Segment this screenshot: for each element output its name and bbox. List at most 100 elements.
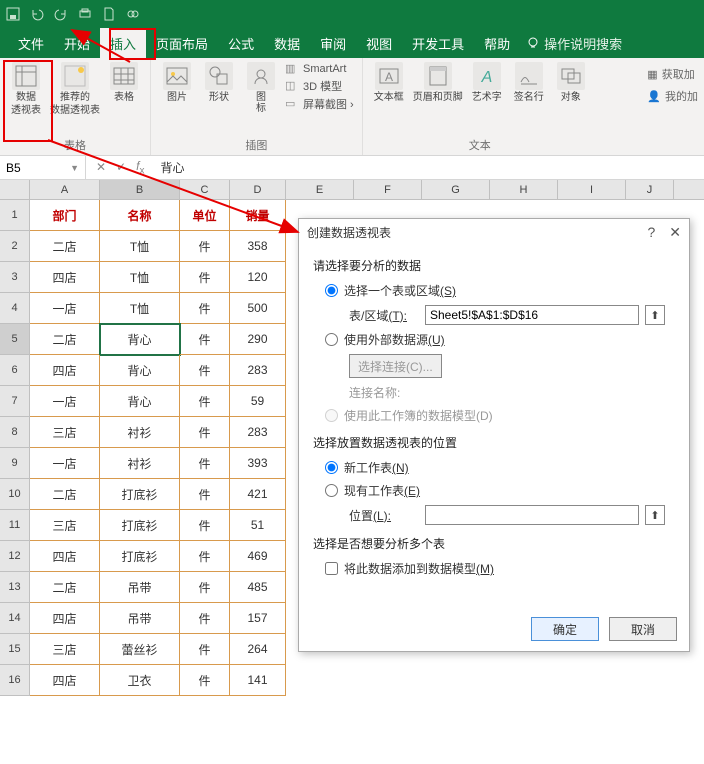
pivot-table-button[interactable]: 数据 透视表 xyxy=(8,62,44,116)
opt-external-source[interactable]: 使用外部数据源(U) xyxy=(325,331,675,348)
cell[interactable]: 500 xyxy=(230,293,286,324)
tab-home[interactable]: 开始 xyxy=(54,28,100,59)
col-F[interactable]: F xyxy=(354,180,422,199)
cell[interactable]: 名称 xyxy=(100,200,180,231)
touch-mode-icon[interactable] xyxy=(126,7,140,21)
cell[interactable]: 打底衫 xyxy=(100,541,180,572)
cell[interactable]: 290 xyxy=(230,324,286,355)
dialog-titlebar[interactable]: 创建数据透视表 ? ✕ xyxy=(299,219,689,247)
col-B[interactable]: B xyxy=(100,180,180,199)
cell[interactable]: 销量 xyxy=(230,200,286,231)
object-button[interactable]: 对象 xyxy=(553,62,589,103)
cell[interactable]: 一店 xyxy=(30,448,100,479)
save-icon[interactable] xyxy=(6,7,20,21)
wordart-button[interactable]: A 艺术字 xyxy=(469,62,505,103)
cell[interactable]: 264 xyxy=(230,634,286,665)
close-icon[interactable]: ✕ xyxy=(669,224,681,241)
row-header[interactable]: 3 xyxy=(0,262,30,293)
cell[interactable]: 背心 xyxy=(100,324,180,355)
cell[interactable]: 120 xyxy=(230,262,286,293)
cell[interactable]: 衬衫 xyxy=(100,448,180,479)
cell[interactable]: 二店 xyxy=(30,479,100,510)
3d-model-button[interactable]: ◫3D 模型 xyxy=(285,78,354,94)
col-D[interactable]: D xyxy=(230,180,286,199)
checkbox-add-model[interactable] xyxy=(325,562,338,575)
tab-formula[interactable]: 公式 xyxy=(218,28,264,59)
redo-icon[interactable] xyxy=(54,7,68,21)
radio-external[interactable] xyxy=(325,333,338,346)
row-header[interactable]: 4 xyxy=(0,293,30,324)
col-E[interactable]: E xyxy=(286,180,354,199)
radio-new-sheet[interactable] xyxy=(325,461,338,474)
cell[interactable]: 421 xyxy=(230,479,286,510)
table-button[interactable]: 表格 xyxy=(106,62,142,103)
cell[interactable]: T恤 xyxy=(100,293,180,324)
cell[interactable]: 四店 xyxy=(30,541,100,572)
col-J[interactable]: J xyxy=(626,180,674,199)
name-box[interactable]: B5 ▼ xyxy=(0,156,86,179)
location-input[interactable] xyxy=(425,505,639,525)
cell[interactable]: 141 xyxy=(230,665,286,696)
cell[interactable]: 283 xyxy=(230,417,286,448)
opt-existing-sheet[interactable]: 现有工作表(E) xyxy=(325,482,675,499)
print-preview-icon[interactable] xyxy=(78,7,92,21)
cell[interactable]: 393 xyxy=(230,448,286,479)
cell[interactable]: 三店 xyxy=(30,634,100,665)
tell-me-search[interactable]: 操作说明搜索 xyxy=(544,34,622,53)
cell[interactable]: 件 xyxy=(180,355,230,386)
cell[interactable]: 打底衫 xyxy=(100,479,180,510)
radio-select-range[interactable] xyxy=(325,284,338,297)
row-header[interactable]: 5 xyxy=(0,324,30,355)
cancel-button[interactable]: 取消 xyxy=(609,617,677,641)
row-header[interactable]: 2 xyxy=(0,231,30,262)
cancel-formula-icon[interactable]: ✕ xyxy=(96,160,106,174)
range-picker-button[interactable]: ⬆ xyxy=(645,305,665,325)
cell[interactable]: 背心 xyxy=(100,355,180,386)
cell[interactable]: 件 xyxy=(180,634,230,665)
col-G[interactable]: G xyxy=(422,180,490,199)
cell[interactable]: 件 xyxy=(180,293,230,324)
cell[interactable]: 蕾丝衫 xyxy=(100,634,180,665)
row-header[interactable]: 12 xyxy=(0,541,30,572)
cell[interactable]: 件 xyxy=(180,541,230,572)
cell[interactable]: 件 xyxy=(180,231,230,262)
cell[interactable]: 件 xyxy=(180,572,230,603)
tab-help[interactable]: 帮助 xyxy=(474,28,520,59)
cell[interactable]: 四店 xyxy=(30,603,100,634)
help-icon[interactable]: ? xyxy=(647,224,655,241)
cell[interactable]: 件 xyxy=(180,262,230,293)
cell[interactable]: 358 xyxy=(230,231,286,262)
opt-select-range[interactable]: 选择一个表或区域(S) xyxy=(325,282,675,299)
shapes-button[interactable]: 形状 xyxy=(201,62,237,103)
undo-icon[interactable] xyxy=(30,7,44,21)
cell[interactable]: 件 xyxy=(180,417,230,448)
cell[interactable]: 59 xyxy=(230,386,286,417)
row-header[interactable]: 14 xyxy=(0,603,30,634)
picture-button[interactable]: 图片 xyxy=(159,62,195,103)
cell[interactable]: 二店 xyxy=(30,324,100,355)
ok-button[interactable]: 确定 xyxy=(531,617,599,641)
row-header[interactable]: 13 xyxy=(0,572,30,603)
col-A[interactable]: A xyxy=(30,180,100,199)
cell[interactable]: 283 xyxy=(230,355,286,386)
opt-new-sheet[interactable]: 新工作表(N) xyxy=(325,459,675,476)
col-I[interactable]: I xyxy=(558,180,626,199)
row-header[interactable]: 10 xyxy=(0,479,30,510)
new-file-icon[interactable] xyxy=(102,7,116,21)
cell[interactable]: 一店 xyxy=(30,386,100,417)
row-header[interactable]: 8 xyxy=(0,417,30,448)
row-header[interactable]: 9 xyxy=(0,448,30,479)
col-C[interactable]: C xyxy=(180,180,230,199)
select-all-corner[interactable] xyxy=(0,180,30,199)
tab-review[interactable]: 审阅 xyxy=(310,28,356,59)
row-header[interactable]: 11 xyxy=(0,510,30,541)
tab-view[interactable]: 视图 xyxy=(356,28,402,59)
signature-line-button[interactable]: 签名行 xyxy=(511,62,547,103)
get-addins-button[interactable]: ▦获取加 xyxy=(647,66,698,82)
chk-add-datamodel[interactable]: 将此数据添加到数据模型(M) xyxy=(325,560,675,577)
textbox-button[interactable]: A 文本框 xyxy=(371,62,407,103)
cell[interactable]: 件 xyxy=(180,479,230,510)
cell[interactable]: 四店 xyxy=(30,262,100,293)
chevron-down-icon[interactable]: ▼ xyxy=(70,163,79,173)
cell[interactable]: 部门 xyxy=(30,200,100,231)
